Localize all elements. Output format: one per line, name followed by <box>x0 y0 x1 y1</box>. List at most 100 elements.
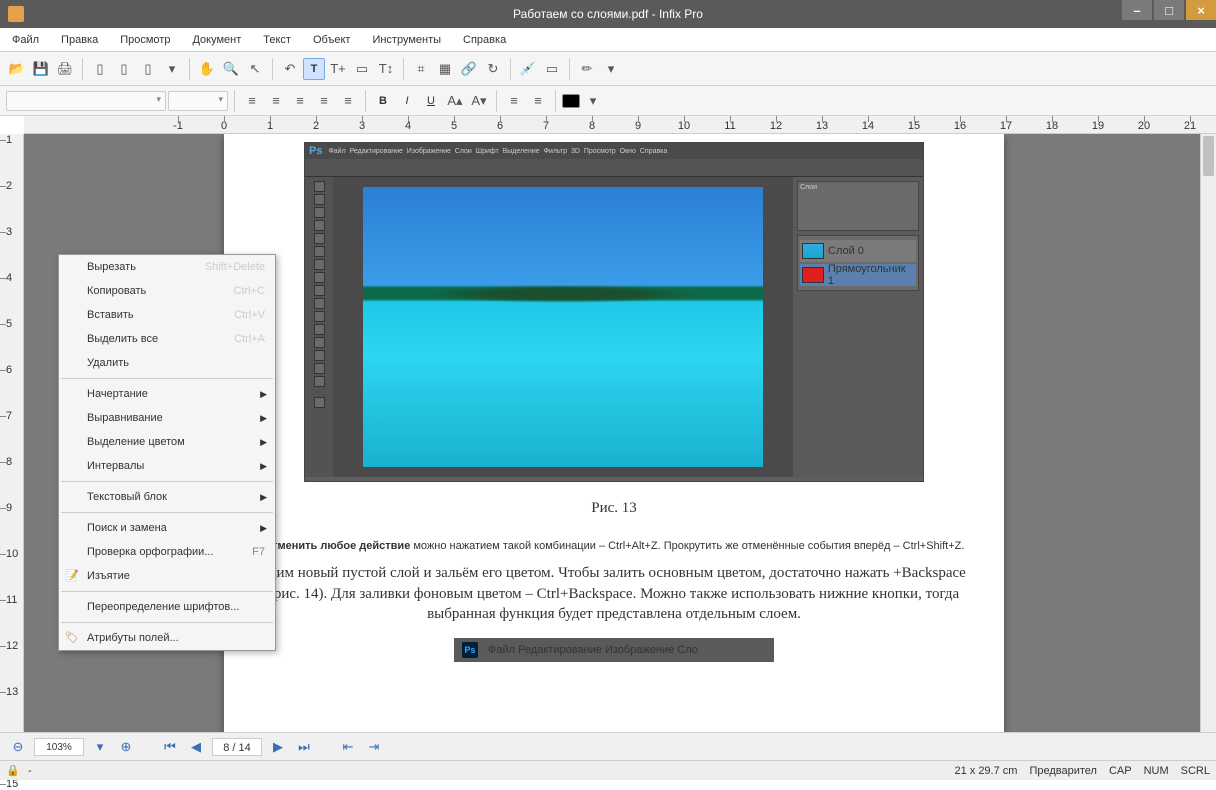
photoshop-screenshot: Ps Файл Редактирование Изображение Слои … <box>304 142 924 482</box>
nav-back-icon[interactable]: ⇤ <box>338 737 358 757</box>
menu-Файл[interactable]: Файл <box>8 32 43 48</box>
next-page-icon[interactable]: ▶ <box>268 737 288 757</box>
menu-Правка[interactable]: Правка <box>57 32 102 48</box>
menu-item-Изъятие[interactable]: 📝Изъятие <box>59 564 275 588</box>
figure-caption: Рис. 13 <box>224 500 1004 517</box>
vertical-scrollbar[interactable] <box>1200 134 1216 734</box>
close-button[interactable]: × <box>1186 0 1216 20</box>
eyedropper-icon[interactable]: 💉 <box>517 58 539 80</box>
undo-icon[interactable]: ↶ <box>279 58 301 80</box>
minimize-button[interactable]: – <box>1122 0 1152 20</box>
page: Ps Файл Редактирование Изображение Слои … <box>224 134 1004 734</box>
open-icon[interactable]: 📂 <box>6 58 28 80</box>
menu-item-Переопределение шрифтов...[interactable]: Переопределение шрифтов... <box>59 595 275 619</box>
rotate-icon[interactable]: ↻ <box>482 58 504 80</box>
text-plus-icon[interactable]: T+ <box>327 58 349 80</box>
paragraph-1: Отменить любое действие можно нажатием т… <box>224 535 1004 555</box>
align-justify-icon[interactable]: ≡ <box>313 90 335 112</box>
format-toolbar: ≡ ≡ ≡ ≡ ≡ B I U A▴ A▾ ≡ ≡ ▾ <box>0 86 1216 116</box>
align-right-icon[interactable]: ≡ <box>289 90 311 112</box>
last-page-icon[interactable]: ⏭ <box>294 737 314 757</box>
underline-icon[interactable]: U <box>420 90 442 112</box>
menu-item-Поиск и замена[interactable]: Поиск и замена▶ <box>59 516 275 540</box>
nav-forward-icon[interactable]: ⇥ <box>364 737 384 757</box>
status-bar: 🔒 - 21 x 29.7 cm Предварител CAP NUM SCR… <box>0 760 1216 780</box>
menu-Текст[interactable]: Текст <box>259 32 295 48</box>
menu-item-Вырезать: ВырезатьShift+Delete <box>59 255 275 279</box>
scrl-indicator: SCRL <box>1181 765 1210 777</box>
align-full-icon[interactable]: ≡ <box>337 90 359 112</box>
page-icon[interactable]: ▯ <box>89 58 111 80</box>
app-icon <box>8 6 24 22</box>
menu-item-Выделить все: Выделить всеCtrl+A <box>59 327 275 351</box>
superscript-icon[interactable]: A▴ <box>444 90 466 112</box>
bold-icon[interactable]: B <box>372 90 394 112</box>
selection-icon[interactable]: ▦ <box>434 58 456 80</box>
print-icon[interactable]: 🖨 <box>54 58 76 80</box>
copy-page-icon[interactable]: ▯ <box>113 58 135 80</box>
page-dimensions: 21 x 29.7 cm <box>954 765 1017 777</box>
photoshop-menubar-crop: Ps Файл Редактирование Изображение Сло <box>454 638 774 662</box>
menubar: Файл Правка Просмотр Документ Текст Объект Инс… <box>0 28 1216 52</box>
layers-panel-header: Слои <box>797 181 919 231</box>
align-left-icon[interactable]: ≡ <box>241 90 263 112</box>
font-size-combo[interactable] <box>168 91 228 111</box>
menu-Инструменты[interactable]: Инструменты <box>368 32 445 48</box>
color-dropdown-icon[interactable]: ▾ <box>582 90 604 112</box>
menu-item-Вставить: ВставитьCtrl+V <box>59 303 275 327</box>
vertical-ruler: 123456789101112131415 <box>0 134 24 734</box>
link-icon[interactable]: 🔗 <box>458 58 480 80</box>
pointer-tool-icon[interactable]: ↖ <box>244 58 266 80</box>
menu-item-Выравнивание[interactable]: Выравнивание▶ <box>59 406 275 430</box>
save-icon[interactable]: 💾 <box>30 58 52 80</box>
menu-item-Атрибуты полей...[interactable]: 🏷Атрибуты полей... <box>59 626 275 650</box>
color-swatch[interactable] <box>562 94 580 108</box>
menu-item-Текстовый блок[interactable]: Текстовый блок▶ <box>59 485 275 509</box>
hand-tool-icon[interactable]: ✋ <box>196 58 218 80</box>
first-page-icon[interactable]: ⏮ <box>160 737 180 757</box>
indent-right-icon[interactable]: ≡ <box>527 90 549 112</box>
window-title: Работаем со слоями.pdf - Infix Pro <box>513 7 703 21</box>
dropdown2-icon[interactable]: ▾ <box>600 58 622 80</box>
menu-item-Выделение цветом[interactable]: Выделение цветом▶ <box>59 430 275 454</box>
menu-item-Интервалы[interactable]: Интервалы▶ <box>59 454 275 478</box>
zoom-out-icon[interactable]: ⊖ <box>8 737 28 757</box>
zoom-tool-icon[interactable]: 🔍 <box>220 58 242 80</box>
menu-item-Удалить: Удалить <box>59 351 275 375</box>
island-image <box>363 187 763 467</box>
align-center-icon[interactable]: ≡ <box>265 90 287 112</box>
preview-label: Предварител <box>1029 765 1097 777</box>
titlebar: Работаем со слоями.pdf - Infix Pro – □ × <box>0 0 1216 28</box>
horizontal-ruler: -1012345678910111213141516171819202122 <box>24 116 1216 134</box>
rect-select-icon[interactable]: ▭ <box>541 58 563 80</box>
textbox-icon[interactable]: ▭ <box>351 58 373 80</box>
menu-item-Копировать: КопироватьCtrl+C <box>59 279 275 303</box>
menu-item-Проверка орфографии...[interactable]: Проверка орфографии...F7 <box>59 540 275 564</box>
font-family-combo[interactable] <box>6 91 166 111</box>
context-menu: ВырезатьShift+DeleteКопироватьCtrl+CВста… <box>58 254 276 651</box>
indent-left-icon[interactable]: ≡ <box>503 90 525 112</box>
dropdown-icon[interactable]: ▾ <box>161 58 183 80</box>
zoom-field[interactable]: 103% <box>34 738 84 756</box>
maximize-button[interactable]: □ <box>1154 0 1184 20</box>
subscript-icon[interactable]: A▾ <box>468 90 490 112</box>
zoom-in-icon[interactable]: ⊕ <box>116 737 136 757</box>
link-text-icon[interactable]: T↕ <box>375 58 397 80</box>
menu-Справка[interactable]: Справка <box>459 32 510 48</box>
delete-page-icon[interactable]: ▯ <box>137 58 159 80</box>
menu-Объект[interactable]: Объект <box>309 32 354 48</box>
zoom-dropdown-icon[interactable]: ▾ <box>90 737 110 757</box>
paragraph-2: адим новый пустой слой и зальём его цвет… <box>224 563 1004 624</box>
text-tool-icon[interactable]: T <box>303 58 325 80</box>
prev-page-icon[interactable]: ◀ <box>186 737 206 757</box>
lock-icon: 🔒 <box>6 764 20 778</box>
cap-indicator: CAP <box>1109 765 1132 777</box>
menu-item-Начертание[interactable]: Начертание▶ <box>59 382 275 406</box>
highlight-icon[interactable]: ✏ <box>576 58 598 80</box>
page-field[interactable]: 8 / 14 <box>212 738 262 756</box>
crop-icon[interactable]: ⌗ <box>410 58 432 80</box>
main-toolbar: 📂 💾 🖨 ▯ ▯ ▯ ▾ ✋ 🔍 ↖ ↶ T T+ ▭ T↕ ⌗ ▦ 🔗 ↻ … <box>0 52 1216 86</box>
menu-Просмотр[interactable]: Просмотр <box>116 32 174 48</box>
italic-icon[interactable]: I <box>396 90 418 112</box>
menu-Документ[interactable]: Документ <box>188 32 245 48</box>
